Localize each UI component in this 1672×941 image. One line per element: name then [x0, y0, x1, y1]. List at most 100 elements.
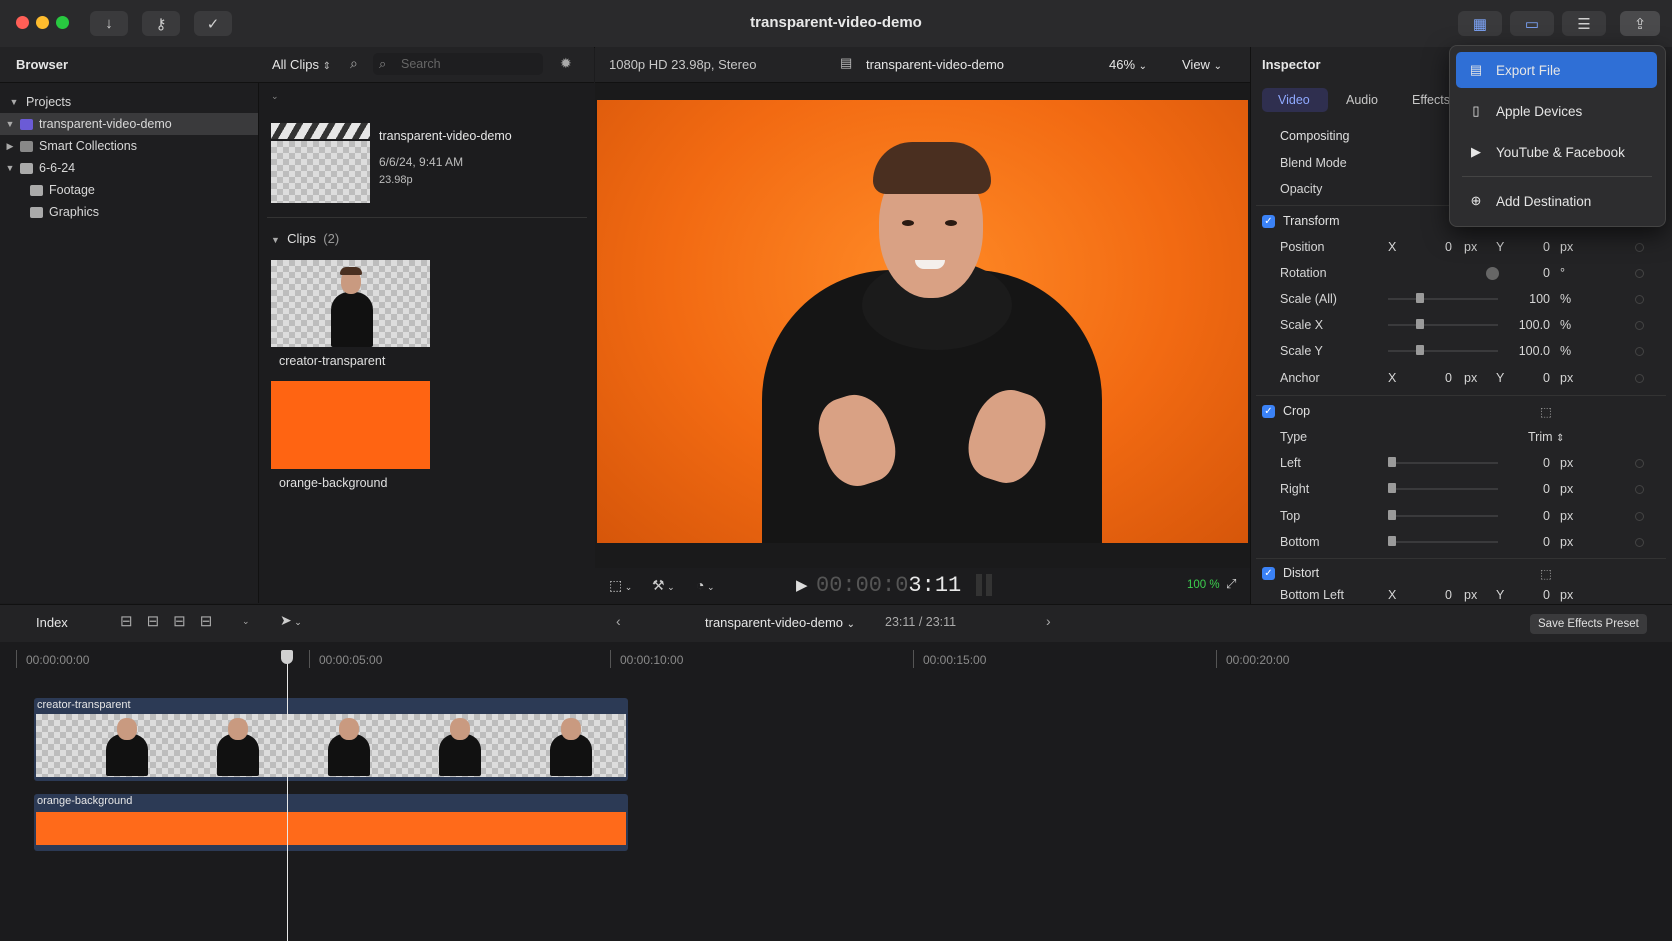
clips-group-header[interactable]: ▼ Clips (2)	[271, 231, 339, 246]
timeline-clip-orange-background[interactable]: orange-background	[34, 794, 628, 851]
menu-item-apple-devices[interactable]: ▯ Apple Devices	[1456, 93, 1657, 129]
crop-left-value[interactable]: 0	[1520, 456, 1550, 470]
filter-search-icon[interactable]: ⌕	[350, 55, 358, 72]
play-button[interactable]: ▶	[796, 576, 808, 594]
crop-bottom-value[interactable]: 0	[1520, 535, 1550, 549]
slider-knob[interactable]	[1388, 483, 1396, 493]
anchor-x-value[interactable]: 0	[1422, 371, 1452, 385]
viewer-project-name: transparent-video-demo	[866, 57, 1005, 72]
keyframe-icon[interactable]	[1635, 320, 1644, 330]
crop-onscreen-control-icon[interactable]: ⬚	[1540, 404, 1552, 419]
timeline-toggle-button[interactable]: ▭	[1510, 11, 1554, 36]
save-effects-preset-button[interactable]: Save Effects Preset	[1530, 614, 1647, 634]
edit-options-chevron-icon[interactable]: ⌄	[242, 616, 250, 627]
search-input[interactable]: ⌕ Search	[373, 53, 543, 75]
share-button[interactable]: ⇪	[1620, 11, 1660, 36]
rotation-value[interactable]: 0	[1520, 266, 1550, 280]
keyframe-icon[interactable]	[1635, 458, 1644, 468]
keyframe-icon[interactable]	[1635, 373, 1644, 383]
project-thumbnail[interactable]	[271, 123, 370, 203]
menu-item-export-file[interactable]: ▤ Export File	[1456, 52, 1657, 88]
slider-knob[interactable]	[1388, 536, 1396, 546]
crop-type-dropdown[interactable]: Trim ⇕	[1528, 430, 1564, 444]
menu-item-youtube-facebook[interactable]: ▶ YouTube & Facebook	[1456, 134, 1657, 170]
crop-checkbox[interactable]: ✓	[1262, 404, 1275, 418]
crop-section-header[interactable]: ✓ Crop ⬚	[1262, 397, 1662, 425]
crop-right-slider[interactable]	[1388, 483, 1498, 493]
slider-knob[interactable]	[1416, 319, 1424, 329]
timeline-clip-creator-transparent[interactable]: creator-transparent	[34, 698, 628, 781]
tab-audio[interactable]: Audio	[1346, 93, 1378, 107]
sidebar-item-projects[interactable]: ▼ Projects	[0, 91, 258, 113]
bottom-left-x-value[interactable]: 0	[1422, 588, 1452, 602]
scale-all-value[interactable]: 100	[1512, 292, 1550, 306]
append-clip-icon[interactable]: ⊟	[173, 613, 200, 630]
keyframe-icon[interactable]	[1635, 242, 1644, 252]
insert-clip-icon[interactable]: ⊟	[147, 613, 174, 630]
timeline-project-dropdown[interactable]: transparent-video-demo ⌄	[705, 615, 855, 630]
scale-x-slider[interactable]	[1388, 319, 1498, 329]
clip-thumbnail-creator-transparent[interactable]	[271, 260, 430, 347]
collapse-chevron-icon[interactable]: ⌄	[271, 91, 279, 102]
crop-left-slider[interactable]	[1388, 457, 1498, 467]
transform-checkbox[interactable]: ✓	[1262, 214, 1275, 228]
keyframe-icon[interactable]	[1635, 511, 1644, 521]
tab-effects[interactable]: Effects	[1412, 93, 1450, 107]
scale-y-slider[interactable]	[1388, 345, 1498, 355]
scale-x-value[interactable]: 100.0	[1502, 318, 1550, 332]
playhead-handle[interactable]	[281, 650, 293, 664]
scale-all-slider[interactable]	[1388, 293, 1498, 303]
keyframe-icon[interactable]	[1635, 268, 1644, 278]
distort-checkbox[interactable]: ✓	[1262, 566, 1275, 580]
keyframe-icon[interactable]	[1635, 294, 1644, 304]
sidebar-item-smart-collections[interactable]: ▶ Smart Collections	[0, 135, 258, 157]
retime-tool-button[interactable]: ◔ ⌄	[696, 577, 715, 593]
distort-onscreen-control-icon[interactable]: ⬚	[1540, 566, 1552, 581]
position-y-value[interactable]: 0	[1520, 240, 1550, 254]
clip-filter-label: All Clips	[272, 57, 319, 72]
anchor-y-value[interactable]: 0	[1520, 371, 1550, 385]
sidebar-item-event-6-6-24[interactable]: ▼ 6-6-24	[0, 157, 258, 179]
timeline-back-button[interactable]: ‹	[616, 613, 621, 629]
keyframe-icon[interactable]	[1635, 537, 1644, 547]
clip-filter-dropdown[interactable]: All Clips ⇕	[272, 57, 331, 72]
tab-video[interactable]: Video	[1262, 88, 1328, 112]
sidebar-item-transparent-video-demo[interactable]: ▼ transparent-video-demo	[0, 113, 258, 135]
crop-right-value[interactable]: 0	[1520, 482, 1550, 496]
enhance-tool-button[interactable]: ⚒ ⌄	[652, 577, 675, 594]
distort-section-header[interactable]: ✓ Distort ⬚	[1262, 560, 1662, 586]
bottom-left-y-value[interactable]: 0	[1520, 588, 1550, 602]
browser-toggle-button[interactable]: ▦	[1458, 11, 1502, 36]
playhead[interactable]	[287, 652, 288, 941]
keyframe-icon[interactable]	[1635, 346, 1644, 356]
connect-clip-icon[interactable]: ⊟	[120, 613, 147, 630]
viewer-zoom-dropdown[interactable]: 46% ⌄	[1109, 57, 1147, 72]
slider-knob[interactable]	[1388, 457, 1396, 467]
timeline-forward-button[interactable]: ›	[1046, 613, 1051, 629]
filmstrip-settings-icon[interactable]: ✹	[560, 55, 572, 72]
section-title: Distort	[1283, 566, 1320, 580]
video-frame[interactable]	[597, 100, 1248, 543]
crop-top-value[interactable]: 0	[1520, 509, 1550, 523]
rotation-dial[interactable]	[1486, 266, 1499, 280]
keyframe-icon[interactable]	[1635, 484, 1644, 494]
sidebar-item-graphics[interactable]: Graphics	[0, 201, 258, 223]
menu-item-add-destination[interactable]: ⊕ Add Destination	[1456, 183, 1657, 219]
clip-thumbnail-orange-background[interactable]	[271, 381, 430, 469]
crop-top-slider[interactable]	[1388, 510, 1498, 520]
crop-bottom-slider[interactable]	[1388, 536, 1498, 546]
sidebar-item-footage[interactable]: Footage	[0, 179, 258, 201]
slider-knob[interactable]	[1388, 510, 1396, 520]
slider-knob[interactable]	[1416, 293, 1424, 303]
select-tool-button[interactable]: ➤ ⌄	[280, 612, 302, 629]
ruler-tick	[16, 650, 17, 668]
view-options-dropdown[interactable]: View ⌄	[1182, 57, 1222, 72]
overwrite-clip-icon[interactable]: ⊟	[200, 613, 227, 630]
index-button[interactable]: Index	[36, 615, 68, 630]
position-x-value[interactable]: 0	[1422, 240, 1452, 254]
slider-knob[interactable]	[1416, 345, 1424, 355]
inspector-toggle-button[interactable]: ☰	[1562, 11, 1606, 36]
transform-tool-button[interactable]: ⬚ ⌄	[609, 577, 632, 594]
scale-y-value[interactable]: 100.0	[1502, 344, 1550, 358]
fullscreen-button[interactable]: ⤢	[1226, 576, 1236, 592]
